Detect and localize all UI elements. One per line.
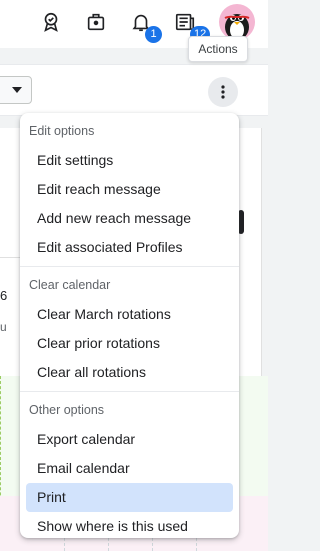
menu-divider <box>20 266 239 267</box>
menu-item-edit-associated-profiles[interactable]: Edit associated Profiles <box>26 233 233 262</box>
menu-item-clear-march-rotations[interactable]: Clear March rotations <box>26 300 233 329</box>
more-vertical-icon <box>221 85 225 99</box>
menu-item-edit-settings[interactable]: Edit settings <box>26 146 233 175</box>
penguin-avatar-icon <box>224 14 250 40</box>
menu-item-edit-reach-message[interactable]: Edit reach message <box>26 175 233 204</box>
menu-section-header: Other options <box>29 403 105 417</box>
menu-section-header: Edit options <box>29 124 95 138</box>
award-icon[interactable] <box>37 8 65 36</box>
view-select-dropdown[interactable] <box>0 76 32 104</box>
toolbar <box>0 64 268 116</box>
menu-item-export-calendar[interactable]: Export calendar <box>26 425 233 454</box>
background-text-fragment: u <box>0 320 7 334</box>
menu-item-add-reach-message[interactable]: Add new reach message <box>26 204 233 233</box>
background-text-fragment: 6 <box>0 288 8 303</box>
actions-tooltip: Actions <box>188 36 248 62</box>
user-avatar[interactable] <box>219 4 255 40</box>
menu-item-clear-all-rotations[interactable]: Clear all rotations <box>26 358 233 387</box>
menu-item-print[interactable]: Print <box>26 483 233 512</box>
menu-item-show-where-used[interactable]: Show where is this used <box>26 512 233 541</box>
actions-button[interactable] <box>208 77 238 107</box>
notification-count-badge: 1 <box>145 26 162 43</box>
menu-section-header: Clear calendar <box>29 278 111 292</box>
caret-down-icon <box>12 87 22 93</box>
briefcase-icon[interactable] <box>82 8 110 36</box>
menu-item-clear-prior-rotations[interactable]: Clear prior rotations <box>26 329 233 358</box>
menu-item-email-calendar[interactable]: Email calendar <box>26 454 233 483</box>
menu-divider <box>20 391 239 392</box>
actions-menu: Edit options Edit settings Edit reach me… <box>20 113 239 538</box>
